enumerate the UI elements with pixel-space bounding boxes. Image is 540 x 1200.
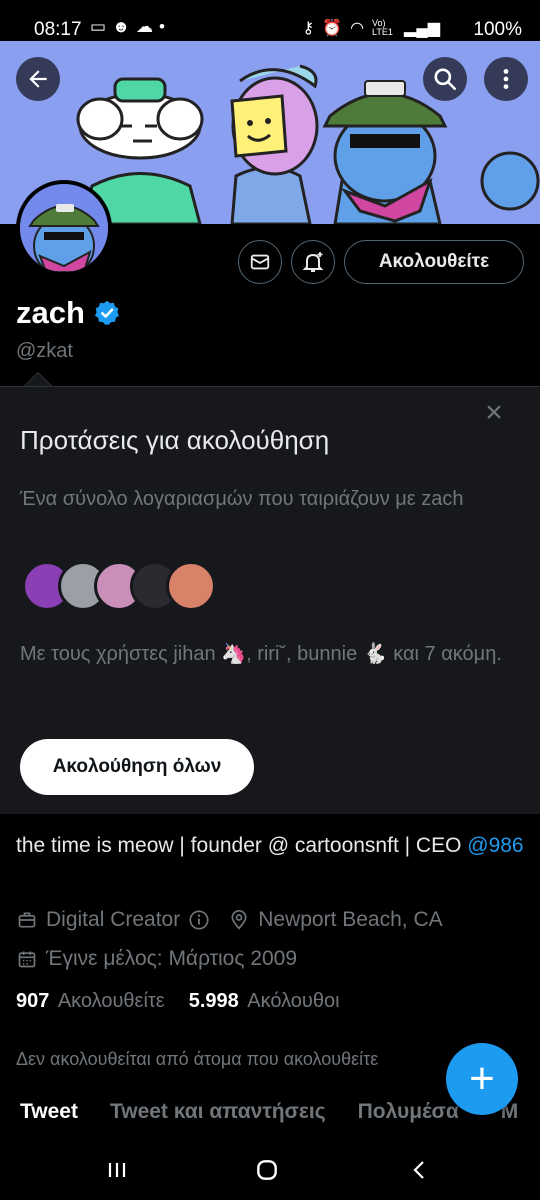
verified-badge-icon[interactable] <box>93 299 121 327</box>
home-icon <box>257 1160 277 1180</box>
cloud-icon: ☁ <box>135 17 153 36</box>
suggested-avatars[interactable] <box>22 561 222 611</box>
search-button[interactable] <box>423 57 467 101</box>
android-nav-bar <box>0 1140 540 1200</box>
not-followed-notice: Δεν ακολουθείται από άτομα που ακολουθεί… <box>16 1049 379 1069</box>
follow-suggestions-card: × Προτάσεις για ακολούθηση Ένα σύνολο λο… <box>0 386 540 814</box>
calendar-icon <box>16 948 38 970</box>
bio-text: the time is meow | founder @ cartoonsnft… <box>16 834 468 857</box>
following-count: 907 <box>16 990 50 1012</box>
status-left-icons: ▭ ☻ ☁ • <box>90 17 165 37</box>
back-button[interactable] <box>16 57 60 101</box>
followers-label: Ακόλουθοι <box>247 990 340 1012</box>
profile-meta-row: Digital Creator Newport Beach, CA <box>16 908 443 932</box>
mail-icon <box>250 254 270 270</box>
dot-icon: • <box>158 17 165 36</box>
face-icon: ☻ <box>112 17 130 36</box>
nav-back-button[interactable] <box>404 1154 436 1186</box>
avatar-image <box>20 184 108 272</box>
more-options-button[interactable] <box>484 57 528 101</box>
bell-plus-icon <box>302 252 324 272</box>
suggestions-title: Προτάσεις για ακολούθηση <box>20 425 330 455</box>
profile-joined: Έγινε μέλος: Μάρτιος 2009 <box>46 947 298 970</box>
tab-tweets[interactable]: Tweet <box>20 1100 78 1140</box>
status-time: 08:17 <box>34 19 82 40</box>
bio-mention-link[interactable]: @986 <box>467 834 523 857</box>
location-pin-icon <box>228 909 250 931</box>
arrow-left-icon <box>29 70 47 88</box>
tab-media[interactable]: Πολυμέσα <box>358 1100 459 1140</box>
suggestions-subtitle: Ένα σύνολο λογαριασμών που ταιριάζουν με… <box>20 488 464 510</box>
profile-location: Newport Beach, CA <box>258 908 443 931</box>
compose-tweet-button[interactable]: + <box>446 1043 518 1115</box>
notifications-button[interactable] <box>291 240 335 284</box>
chevron-left-icon <box>413 1161 424 1179</box>
profile-bio: the time is meow | founder @ cartoonsnft… <box>16 830 526 861</box>
alarm-icon: ⏰ <box>322 20 343 37</box>
message-button[interactable] <box>238 240 282 284</box>
profile-avatar[interactable] <box>16 180 112 276</box>
battery-indicator: 100% <box>473 19 522 40</box>
follow-counts: 907 Ακολουθείτε 5.998 Ακόλουθοι <box>16 990 340 1013</box>
followers-count: 5.998 <box>188 990 239 1012</box>
profile-name-row: zach <box>16 295 121 331</box>
follow-all-button[interactable]: Ακολούθηση όλων <box>20 739 254 795</box>
info-icon[interactable] <box>188 909 210 931</box>
following-count-link[interactable]: 907 Ακολουθείτε <box>16 990 165 1013</box>
screen-icon: ▭ <box>90 17 107 36</box>
briefcase-icon <box>16 909 38 931</box>
recents-icon <box>108 1163 126 1177</box>
tab-tweets-replies[interactable]: Tweet και απαντήσεις <box>110 1100 326 1140</box>
key-icon: ⚷ <box>302 20 315 37</box>
profile-joined-row: Έγινε μέλος: Μάρτιος 2009 <box>16 947 297 971</box>
volte-icon: Vo) LTE1 <box>372 18 393 37</box>
search-icon <box>434 68 457 91</box>
profile-category: Digital Creator <box>46 908 181 931</box>
profile-handle: @zkat <box>16 340 73 362</box>
signal-icon: ▂▄▆ <box>404 20 440 37</box>
following-label: Ακολουθείτε <box>57 990 165 1012</box>
suggested-names: Με τους χρήστες jihan 🦄, riri˘, bunnie 🐇… <box>20 643 502 665</box>
recents-button[interactable] <box>101 1154 133 1186</box>
suggested-avatar <box>166 561 216 611</box>
close-icon[interactable]: × <box>482 398 506 428</box>
status-right-icons: ⚷ ⏰ ◠ Vo) LTE1 ▂▄▆ <box>302 18 440 38</box>
followers-count-link[interactable]: 5.998 Ακόλουθοι <box>189 990 340 1013</box>
home-button[interactable] <box>251 1154 283 1186</box>
more-vertical-icon <box>503 69 509 89</box>
following-button[interactable]: Ακολουθείτε <box>344 240 524 284</box>
wifi-icon: ◠ <box>350 20 365 37</box>
profile-name: zach <box>16 295 85 330</box>
